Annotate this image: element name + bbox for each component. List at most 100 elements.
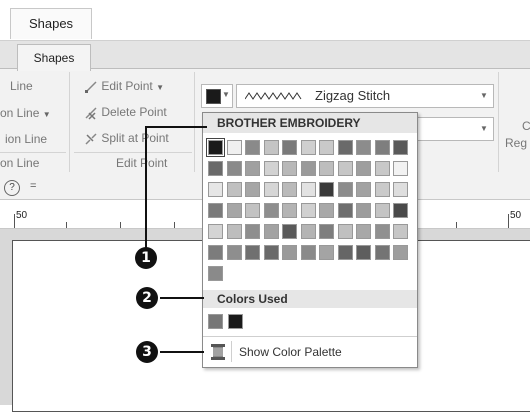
color-swatch[interactable] [356,203,371,218]
color-swatch[interactable] [319,245,334,260]
color-swatch[interactable] [319,203,334,218]
color-swatch[interactable] [263,203,279,218]
color-swatch[interactable] [263,140,279,155]
color-swatch[interactable] [337,182,353,197]
color-swatch[interactable] [263,224,279,239]
color-swatch[interactable] [374,182,390,197]
color-swatch[interactable] [393,161,408,176]
show-color-palette-item[interactable]: Show Color Palette [203,338,417,365]
color-swatch[interactable] [263,245,279,260]
help-icon-glyph: ? [9,182,15,193]
ribbon-item-ion-line-label: ion Line [5,132,48,146]
ribbon-item-on-line[interactable]: on Line ▼ [0,106,51,120]
color-swatch[interactable] [393,140,408,155]
zigzag-stitch-icon [245,92,302,100]
color-swatch[interactable] [245,203,260,218]
customize-glyph: = [30,180,37,192]
color-swatch[interactable] [282,245,297,260]
color-swatch[interactable] [245,182,260,197]
color-swatch[interactable] [208,182,223,197]
ribbon-item-line[interactable]: Line [10,79,33,93]
color-swatch[interactable] [374,224,390,239]
color-swatch[interactable] [245,140,260,155]
color-swatch[interactable] [393,203,408,218]
color-swatch[interactable] [300,161,316,176]
color-swatch[interactable] [226,140,242,155]
callout-3: 3 [136,341,158,363]
color-swatch[interactable] [300,224,316,239]
split-at-point-button[interactable]: Split at Point [84,131,169,146]
color-swatch[interactable] [356,140,371,155]
delete-point-button[interactable]: Delete Point [84,105,167,120]
color-swatch[interactable] [245,161,260,176]
ruler-minor-tick [120,222,121,228]
color-swatch[interactable] [319,140,334,155]
color-swatch[interactable] [356,182,371,197]
ruler-minor-tick [456,222,457,228]
color-swatch[interactable] [226,182,242,197]
color-swatch[interactable] [356,245,371,260]
color-swatch[interactable] [337,140,353,155]
color-swatch[interactable] [300,203,316,218]
group-label-edit-point: Edit Point [116,156,168,170]
group-separator [69,72,70,172]
color-swatch[interactable] [282,140,297,155]
color-swatch[interactable] [282,203,297,218]
color-swatch[interactable] [226,203,242,218]
color-swatch[interactable] [319,182,334,197]
color-swatch[interactable] [300,140,316,155]
color-swatch[interactable] [356,224,371,239]
color-swatch[interactable] [208,224,223,239]
color-swatch[interactable] [245,224,260,239]
color-swatch[interactable] [337,224,353,239]
color-swatch[interactable] [208,161,223,176]
partial-label-c: C [522,119,530,133]
help-icon[interactable]: ? [4,180,20,196]
stitch-type-combo[interactable]: Zigzag Stitch ▼ [236,84,494,108]
color-swatch[interactable] [282,182,297,197]
edit-point-icon [85,81,97,93]
color-swatch[interactable] [319,161,334,176]
customize-quick-access-button[interactable]: = [30,180,36,192]
color-swatch[interactable] [206,138,225,157]
color-swatch[interactable] [263,182,279,197]
color-palette-dropdown: BROTHER EMBROIDERY Colors Used Show Colo… [202,112,418,368]
color-swatch[interactable] [226,245,242,260]
chevron-down-icon: ▼ [42,110,51,119]
color-swatch[interactable] [374,203,390,218]
callout-1: 1 [135,247,157,269]
color-swatch[interactable] [319,224,334,239]
color-swatch[interactable] [282,224,297,239]
color-swatch[interactable] [226,161,242,176]
used-color-swatch[interactable] [228,314,243,329]
color-swatch[interactable] [393,182,408,197]
color-swatch[interactable] [374,140,390,155]
color-swatch[interactable] [300,182,316,197]
color-swatch[interactable] [282,161,297,176]
current-color-swatch [206,89,221,104]
color-swatch[interactable] [208,245,223,260]
second-combo[interactable]: ▼ [416,117,494,141]
color-swatch[interactable] [208,203,223,218]
tab-shapes[interactable]: Shapes [17,44,91,71]
ribbon-item-ion-line[interactable]: ion Line [5,132,47,146]
color-swatch[interactable] [356,161,371,176]
color-swatch[interactable] [208,266,223,281]
callout-2: 2 [136,287,158,309]
line-color-button[interactable]: ▼ [201,84,233,108]
color-swatch[interactable] [226,224,242,239]
color-swatch[interactable] [337,161,353,176]
color-swatch[interactable] [393,245,408,260]
color-swatch[interactable] [337,203,353,218]
color-swatch[interactable] [300,245,316,260]
color-swatch[interactable] [245,245,260,260]
edit-point-button[interactable]: Edit Point ▼ [84,79,164,94]
color-swatch[interactable] [337,245,353,260]
color-swatch[interactable] [374,245,390,260]
used-color-swatch[interactable] [208,314,223,329]
color-swatch[interactable] [374,161,390,176]
color-swatch[interactable] [263,161,279,176]
document-title-tab[interactable]: Shapes [10,8,92,39]
color-swatch[interactable] [393,224,408,239]
ruler-number-right: 50 [510,210,522,221]
